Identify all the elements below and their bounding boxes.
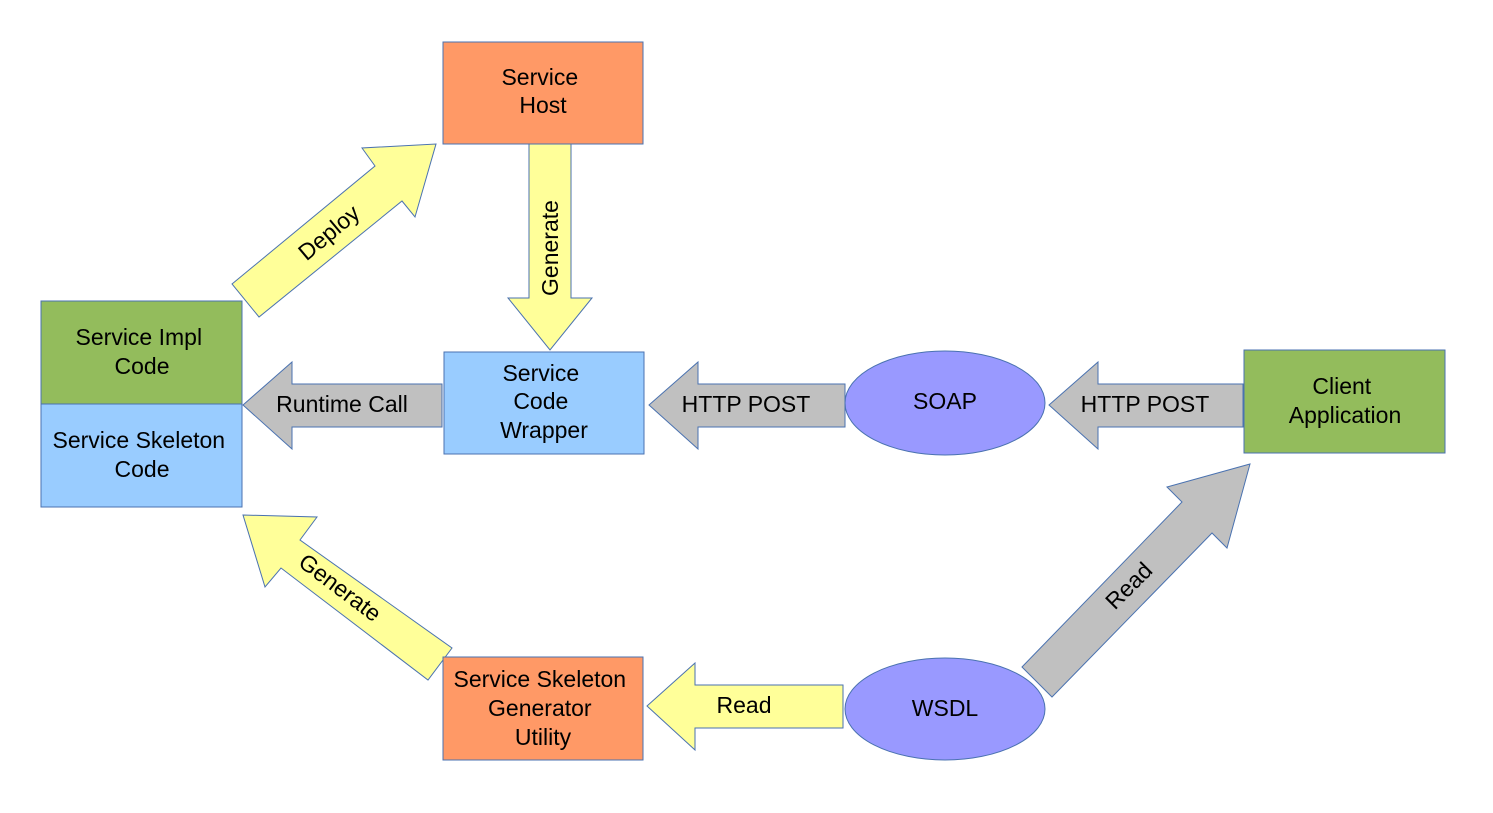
http-post-label-2: HTTP POST <box>1081 391 1210 417</box>
http-post-label-1: HTTP POST <box>682 391 811 417</box>
generate-wrapper-label: Generate <box>537 200 563 296</box>
runtime-call-label: Runtime Call <box>276 391 408 417</box>
read-wsdl-label: Read <box>717 692 772 718</box>
soap-label: SOAP <box>913 388 977 414</box>
architecture-diagram: Service Host Service Impl Code Service S… <box>40 41 1446 761</box>
wsdl-label: WSDL <box>912 695 979 721</box>
